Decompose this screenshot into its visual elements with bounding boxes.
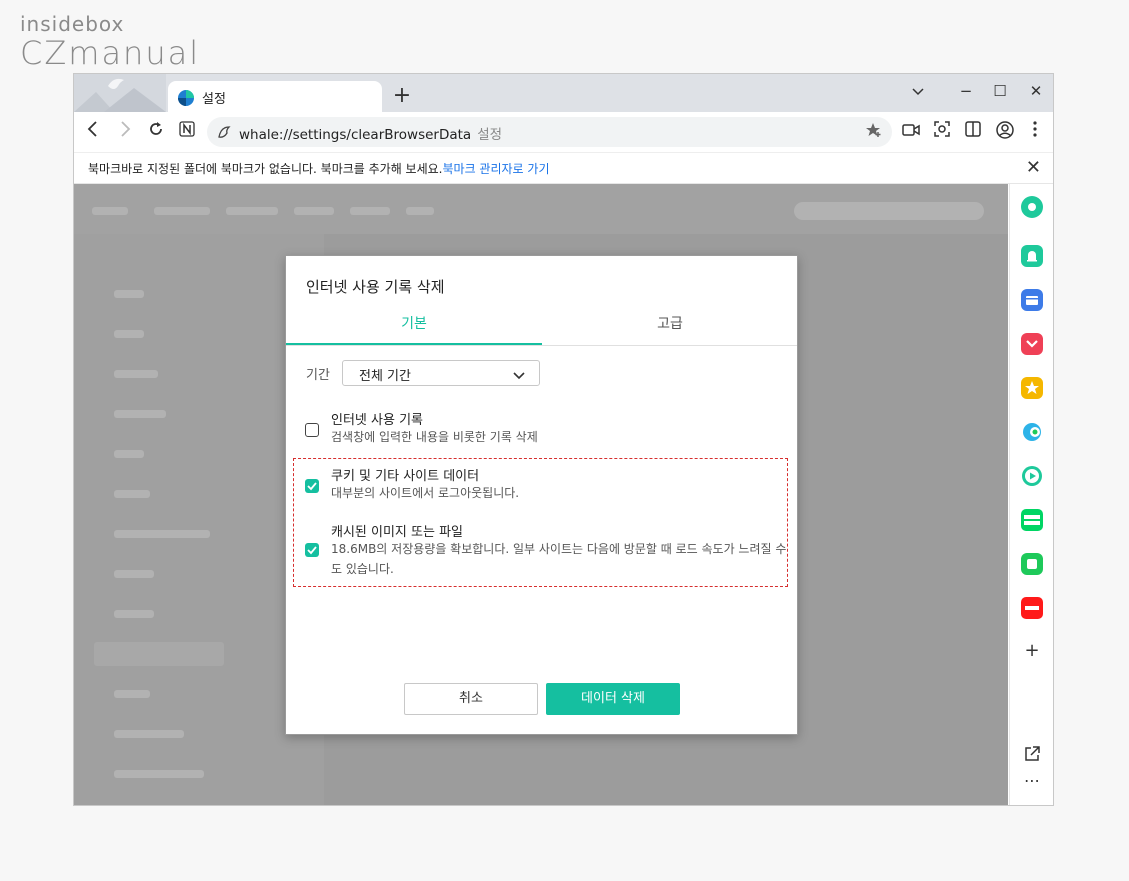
wallet-icon[interactable] bbox=[1021, 289, 1043, 311]
pocket-icon[interactable] bbox=[1021, 333, 1043, 355]
title-bar: 설정 + − ☐ ✕ bbox=[74, 74, 1053, 112]
dimmed-header bbox=[74, 184, 1008, 234]
dialog-tabs: 기본 고급 bbox=[286, 309, 797, 346]
option-title: 캐시된 이미지 또는 파일 bbox=[331, 525, 463, 540]
video-icon[interactable] bbox=[900, 121, 922, 143]
option-title: 쿠키 및 기타 사이트 데이터 bbox=[331, 469, 480, 484]
tab-settings[interactable]: 설정 bbox=[168, 81, 382, 112]
url-text: whale://settings/clearBrowserData 설정 bbox=[239, 123, 502, 143]
address-bar[interactable]: whale://settings/clearBrowserData 설정 bbox=[207, 117, 892, 147]
reload-icon[interactable] bbox=[145, 121, 167, 143]
watermark-bottom-text: CZmanual bbox=[20, 34, 201, 72]
period-label: 기간 bbox=[306, 368, 330, 383]
add-sidebar-item-button[interactable]: + bbox=[1022, 641, 1042, 661]
square-icon[interactable] bbox=[1021, 553, 1043, 575]
option-desc: 18.6MB의 저장용량을 확보합니다. 일부 사이트는 다음에 방문할 때 로… bbox=[331, 542, 787, 576]
profile-icon[interactable] bbox=[994, 121, 1016, 143]
period-select[interactable]: 전체 기간 bbox=[342, 360, 540, 386]
url-value: whale://settings/clearBrowserData bbox=[239, 127, 472, 143]
split-view-icon[interactable] bbox=[962, 121, 984, 143]
tab-list-chevron-icon[interactable] bbox=[904, 80, 932, 102]
play-icon[interactable] bbox=[1021, 465, 1043, 487]
tab-advanced[interactable]: 고급 bbox=[542, 309, 798, 345]
watermark-logo: insidebox CZmanual bbox=[20, 12, 200, 70]
right-sidebar bbox=[1009, 184, 1053, 805]
clear-browsing-data-dialog: 인터넷 사용 기록 삭제 기본 고급 기간 전체 기간 인터넷 사용 기록 검색… bbox=[285, 255, 798, 735]
bookmark-star-icon[interactable] bbox=[866, 122, 882, 142]
delete-data-button[interactable]: 데이터 삭제 bbox=[546, 683, 680, 715]
period-value: 전체 기간 bbox=[359, 369, 411, 384]
now-icon[interactable] bbox=[1021, 597, 1043, 619]
whale-logo-icon bbox=[178, 90, 194, 106]
whale-page-icon bbox=[217, 124, 233, 140]
naver-home-icon[interactable] bbox=[176, 121, 198, 143]
checkbox-browsing-history[interactable] bbox=[305, 423, 319, 437]
alarm-icon[interactable] bbox=[1021, 245, 1043, 267]
close-icon[interactable]: ✕ bbox=[1026, 157, 1041, 178]
menu-icon[interactable] bbox=[1024, 121, 1046, 143]
minimize-button[interactable]: − bbox=[952, 80, 980, 102]
bookmark-empty-text: 북마크바로 지정된 폴더에 북마크가 없습니다. 북마크를 추가해 보세요. bbox=[88, 162, 443, 176]
maximize-button[interactable]: ☐ bbox=[986, 80, 1014, 102]
new-tab-button[interactable]: + bbox=[390, 85, 414, 109]
star-icon[interactable] bbox=[1021, 377, 1043, 399]
tab-strip-artwork bbox=[74, 74, 166, 112]
forward-icon[interactable] bbox=[114, 121, 136, 143]
watermark-top-text: insidebox bbox=[20, 12, 125, 36]
option-title: 인터넷 사용 기록 bbox=[331, 413, 423, 428]
bookmark-manager-link[interactable]: 북마크 관리자로 가기 bbox=[443, 162, 550, 176]
bookmark-bar: 북마크바로 지정된 폴더에 북마크가 없습니다. 북마크를 추가해 보세요.북마… bbox=[74, 153, 1053, 184]
green-circle-icon[interactable] bbox=[1021, 196, 1043, 218]
cancel-button[interactable]: 취소 bbox=[404, 683, 538, 715]
toolbar: whale://settings/clearBrowserData 설정 bbox=[74, 112, 1053, 153]
url-page-title: 설정 bbox=[477, 127, 503, 143]
option-desc: 검색창에 입력한 내용을 비롯한 기록 삭제 bbox=[331, 430, 538, 444]
capture-icon[interactable] bbox=[931, 121, 953, 143]
checkbox-cookies[interactable] bbox=[305, 479, 319, 493]
dialog-title: 인터넷 사용 기록 삭제 bbox=[306, 278, 445, 296]
close-window-button[interactable]: ✕ bbox=[1022, 80, 1050, 102]
checkbox-cached-files[interactable] bbox=[305, 543, 319, 557]
back-icon[interactable] bbox=[82, 121, 104, 143]
tab-basic[interactable]: 기본 bbox=[286, 309, 542, 345]
chevron-down-icon bbox=[513, 367, 525, 380]
external-link-icon[interactable] bbox=[1023, 745, 1041, 763]
bookmark-bar-message: 북마크바로 지정된 폴더에 북마크가 없습니다. 북마크를 추가해 보세요.북마… bbox=[88, 160, 550, 177]
more-icon[interactable]: ⋯ bbox=[1022, 773, 1042, 789]
webtoon-icon[interactable] bbox=[1021, 509, 1043, 531]
papago-icon[interactable] bbox=[1021, 421, 1043, 443]
tab-title: 설정 bbox=[202, 92, 226, 107]
option-desc: 대부분의 사이트에서 로그아웃됩니다. bbox=[331, 486, 520, 500]
